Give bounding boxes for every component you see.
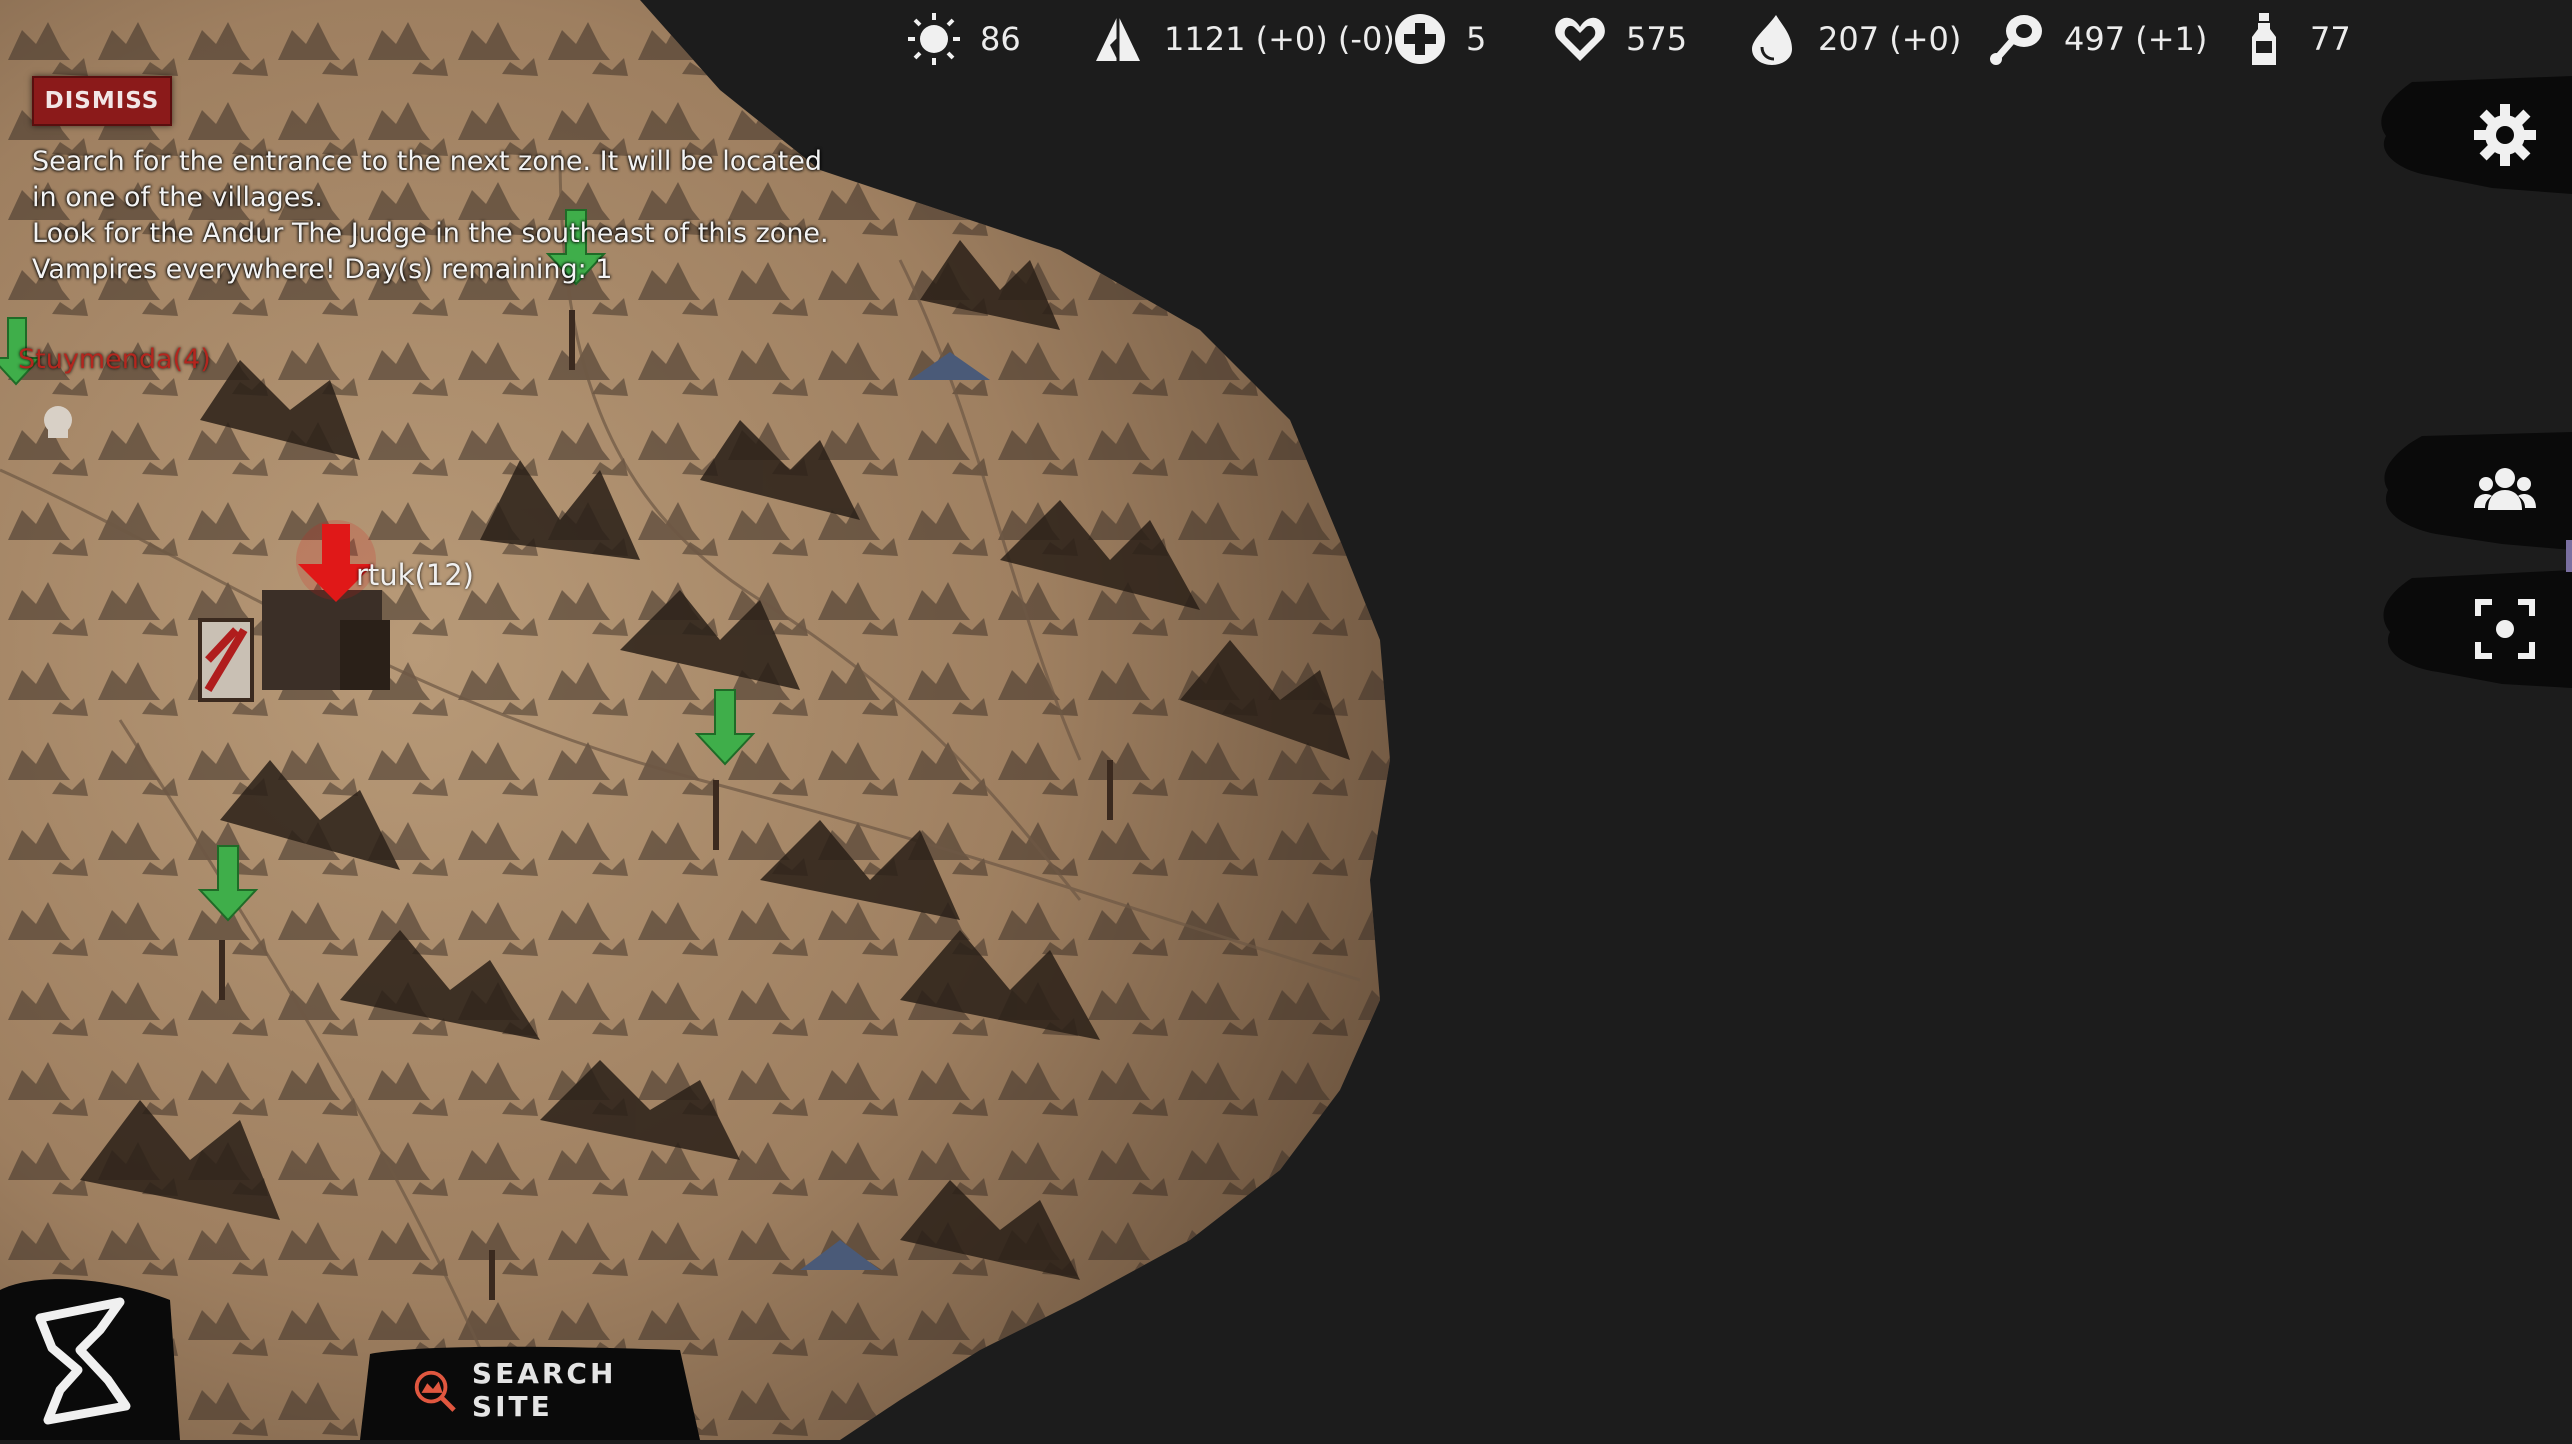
sun-icon xyxy=(908,13,960,65)
blood-value: 207 (+0) xyxy=(1818,20,1962,58)
focus-button[interactable] xyxy=(2372,570,2572,688)
gear-icon xyxy=(2474,104,2536,166)
brush-blot xyxy=(0,1279,180,1440)
heart-resource: 575 xyxy=(1552,10,1687,68)
bottle-icon xyxy=(2252,13,2276,65)
bottle-value: 77 xyxy=(2310,20,2351,58)
search-site-button[interactable]: SEARCH SITE xyxy=(360,1340,700,1440)
sun-resource: 86 xyxy=(906,10,1021,68)
medical-resource: 5 xyxy=(1392,10,1486,68)
quest-line: Vampires everywhere! Day(s) remaining: 1 xyxy=(32,254,613,285)
quest-text: Search for the entrance to the next zone… xyxy=(32,144,832,288)
search-site-label: SEARCH SITE xyxy=(471,1357,617,1423)
heart-value: 575 xyxy=(1626,20,1688,58)
group-icon xyxy=(2474,468,2536,510)
search-site-icon xyxy=(414,1370,456,1412)
quest-line: Look for the Andur The Judge in the sout… xyxy=(32,218,829,249)
meat-value: 497 (+1) xyxy=(2064,20,2208,58)
heart-icon xyxy=(1555,17,1605,62)
meat-resource: 497 (+1) xyxy=(1990,10,2207,68)
blood-resource: 207 (+0) xyxy=(1744,10,1961,68)
scroll-indicator xyxy=(2566,540,2572,572)
enemy-label[interactable]: Stuymenda(4) xyxy=(18,344,211,375)
medical-value: 5 xyxy=(1466,20,1487,58)
sun-value: 86 xyxy=(980,20,1021,58)
settings-button[interactable] xyxy=(2372,76,2572,194)
dismiss-button[interactable]: DISMISS xyxy=(32,76,172,126)
location-label[interactable]: rtuk(12) xyxy=(356,558,474,592)
quest-line: in one of the villages. xyxy=(32,182,323,213)
meat-icon xyxy=(1990,15,2042,65)
end-turn-button[interactable] xyxy=(0,1270,180,1440)
blood-drop-icon xyxy=(1752,15,1792,65)
tent-value: 1121 (+0) (-0) xyxy=(1164,20,1395,58)
bottle-resource: 77 xyxy=(2236,10,2351,68)
quest-line: Search for the entrance to the next zone… xyxy=(32,146,822,177)
tent-resource: 1121 (+0) (-0) xyxy=(1090,10,1395,68)
party-button[interactable] xyxy=(2372,432,2572,550)
tent-icon xyxy=(1096,15,1140,61)
focus-frame-icon xyxy=(2475,599,2535,659)
medical-cross-icon xyxy=(1395,14,1445,64)
